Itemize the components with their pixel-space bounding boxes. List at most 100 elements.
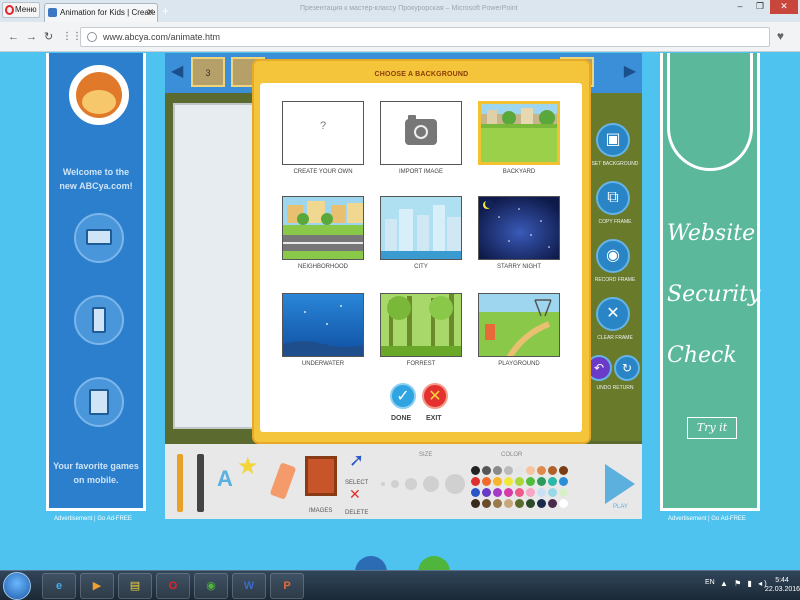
color-swatch[interactable] bbox=[482, 477, 491, 486]
right-ad-panel[interactable]: Website Security Check Try it bbox=[660, 53, 760, 511]
clear-frame-label: CLEAR FRAME bbox=[597, 335, 633, 341]
color-swatch[interactable] bbox=[493, 466, 502, 475]
frame-thumb[interactable]: 3 bbox=[191, 57, 225, 87]
color-swatch[interactable] bbox=[471, 488, 480, 497]
media-player-icon[interactable]: ▶ bbox=[80, 573, 114, 599]
exit-x-icon[interactable]: ✕ bbox=[422, 383, 448, 409]
frames-left-arrow-icon[interactable]: ◀ bbox=[171, 61, 183, 81]
back-arrow-icon[interactable]: ← bbox=[8, 30, 19, 44]
keyboard-language[interactable]: EN bbox=[705, 579, 715, 586]
color-swatch[interactable] bbox=[559, 466, 568, 475]
color-swatch[interactable] bbox=[515, 477, 524, 486]
windows-start-icon[interactable] bbox=[3, 572, 31, 600]
delete-x-icon[interactable]: ✕ bbox=[349, 486, 361, 503]
pencil-icon[interactable] bbox=[177, 454, 183, 512]
powerpoint-icon[interactable]: P bbox=[270, 573, 304, 599]
drawing-canvas[interactable] bbox=[173, 103, 257, 429]
file-explorer-icon[interactable]: ▤ bbox=[118, 573, 152, 599]
brush-icon[interactable] bbox=[197, 454, 204, 512]
color-swatch[interactable] bbox=[559, 488, 568, 497]
color-swatch[interactable] bbox=[515, 499, 524, 508]
eraser-icon[interactable] bbox=[269, 462, 297, 500]
bookmark-heart-icon[interactable]: ♥ bbox=[777, 29, 784, 43]
select-arrow-icon[interactable]: ➚ bbox=[349, 450, 364, 471]
color-swatch[interactable] bbox=[493, 477, 502, 486]
undo-button[interactable]: ↶ bbox=[586, 355, 612, 381]
color-swatch[interactable] bbox=[559, 477, 568, 486]
color-swatch[interactable] bbox=[482, 499, 491, 508]
color-swatch[interactable] bbox=[548, 499, 557, 508]
reload-icon[interactable]: ↻ bbox=[44, 30, 53, 44]
close-window-icon[interactable]: ✕ bbox=[770, 0, 798, 14]
done-check-icon[interactable]: ✓ bbox=[390, 383, 416, 409]
images-frame-icon[interactable] bbox=[305, 456, 337, 496]
clear-frame-button[interactable]: ✕ bbox=[596, 297, 630, 331]
option-forrest[interactable]: FORREST bbox=[380, 293, 462, 367]
color-swatch[interactable] bbox=[526, 499, 535, 508]
color-swatch[interactable] bbox=[504, 466, 513, 475]
color-swatch[interactable] bbox=[493, 488, 502, 497]
color-swatch[interactable] bbox=[526, 477, 535, 486]
new-tab-icon[interactable]: + bbox=[162, 3, 169, 19]
system-clock[interactable]: 5:44 22.03.2016 bbox=[765, 576, 800, 594]
left-ad-panel[interactable]: Welcome to the new ABCya.com! Your favor… bbox=[46, 53, 146, 511]
tray-icons[interactable]: ▲ ⚑ ▮ ◂) bbox=[720, 579, 769, 588]
opera-icon[interactable]: O bbox=[156, 573, 190, 599]
internet-explorer-icon[interactable]: e bbox=[42, 573, 76, 599]
color-swatch[interactable] bbox=[471, 499, 480, 508]
chrome-icon[interactable]: ◉ bbox=[194, 573, 228, 599]
color-swatch[interactable] bbox=[515, 466, 524, 475]
set-background-button[interactable]: ▣ bbox=[596, 123, 630, 157]
color-swatch[interactable] bbox=[548, 488, 557, 497]
frames-right-arrow-icon[interactable]: ▶ bbox=[624, 61, 636, 81]
try-it-button[interactable]: Try it bbox=[687, 417, 737, 439]
color-swatch[interactable] bbox=[471, 466, 480, 475]
color-swatch[interactable] bbox=[537, 488, 546, 497]
play-icon[interactable] bbox=[605, 464, 635, 504]
option-import-image[interactable]: IMPORT IMAGE bbox=[380, 101, 462, 175]
color-swatch[interactable] bbox=[493, 499, 502, 508]
color-swatch[interactable] bbox=[526, 488, 535, 497]
option-underwater[interactable]: UNDERWATER bbox=[282, 293, 364, 367]
color-swatch[interactable] bbox=[526, 466, 535, 475]
color-swatch[interactable] bbox=[482, 488, 491, 497]
color-swatch[interactable] bbox=[504, 488, 513, 497]
shapes-star-icon[interactable]: ★ bbox=[237, 452, 259, 481]
forward-arrow-icon[interactable]: → bbox=[26, 30, 37, 44]
speed-dial-grid-icon[interactable]: ⋮⋮ bbox=[62, 30, 82, 44]
color-swatch[interactable] bbox=[548, 466, 557, 475]
web-page: Welcome to the new ABCya.com! Your favor… bbox=[0, 53, 800, 570]
color-swatch[interactable] bbox=[515, 488, 524, 497]
option-backyard[interactable]: BACKYARD bbox=[478, 101, 560, 175]
color-swatch[interactable] bbox=[537, 466, 546, 475]
option-create-your-own[interactable]: ? CREATE YOUR OWN bbox=[282, 101, 364, 175]
color-swatch[interactable] bbox=[537, 477, 546, 486]
option-city[interactable]: CITY bbox=[380, 196, 462, 270]
minimize-icon[interactable]: – bbox=[730, 0, 750, 14]
opera-menu-button[interactable]: Меню bbox=[2, 2, 40, 18]
close-tab-icon[interactable]: ✕ bbox=[146, 4, 154, 21]
record-frame-button[interactable]: ◉ bbox=[596, 239, 630, 273]
maximize-icon[interactable]: ❐ bbox=[750, 0, 770, 14]
option-playground[interactable]: PLAYGROUND bbox=[478, 293, 560, 367]
color-swatch[interactable] bbox=[482, 466, 491, 475]
camera-icon bbox=[405, 115, 437, 145]
color-swatch[interactable] bbox=[471, 477, 480, 486]
browser-tab[interactable]: Animation for Kids | Create ✕ bbox=[44, 3, 158, 22]
delete-label: DELETE bbox=[345, 510, 369, 516]
option-starry-night[interactable]: STARRY NIGHT bbox=[478, 196, 560, 270]
word-icon[interactable]: W bbox=[232, 573, 266, 599]
left-ad-label[interactable]: Advertisement | Go Ad-FREE bbox=[54, 516, 132, 522]
address-bar[interactable]: www.abcya.com/animate.htm bbox=[80, 27, 770, 47]
return-button[interactable]: ↻ bbox=[614, 355, 640, 381]
copy-frame-button[interactable]: ⧉ bbox=[596, 181, 630, 215]
color-swatch[interactable] bbox=[504, 477, 513, 486]
right-ad-label[interactable]: Advertisement | Go Ad-FREE bbox=[668, 516, 746, 522]
color-swatch[interactable] bbox=[504, 499, 513, 508]
color-swatch[interactable] bbox=[537, 499, 546, 508]
size-selector[interactable] bbox=[379, 474, 467, 494]
option-neighborhood[interactable]: NEIGHBORHOOD bbox=[282, 196, 364, 270]
color-swatch[interactable] bbox=[559, 499, 568, 508]
text-tool-icon[interactable]: A bbox=[217, 466, 233, 492]
color-swatch[interactable] bbox=[548, 477, 557, 486]
